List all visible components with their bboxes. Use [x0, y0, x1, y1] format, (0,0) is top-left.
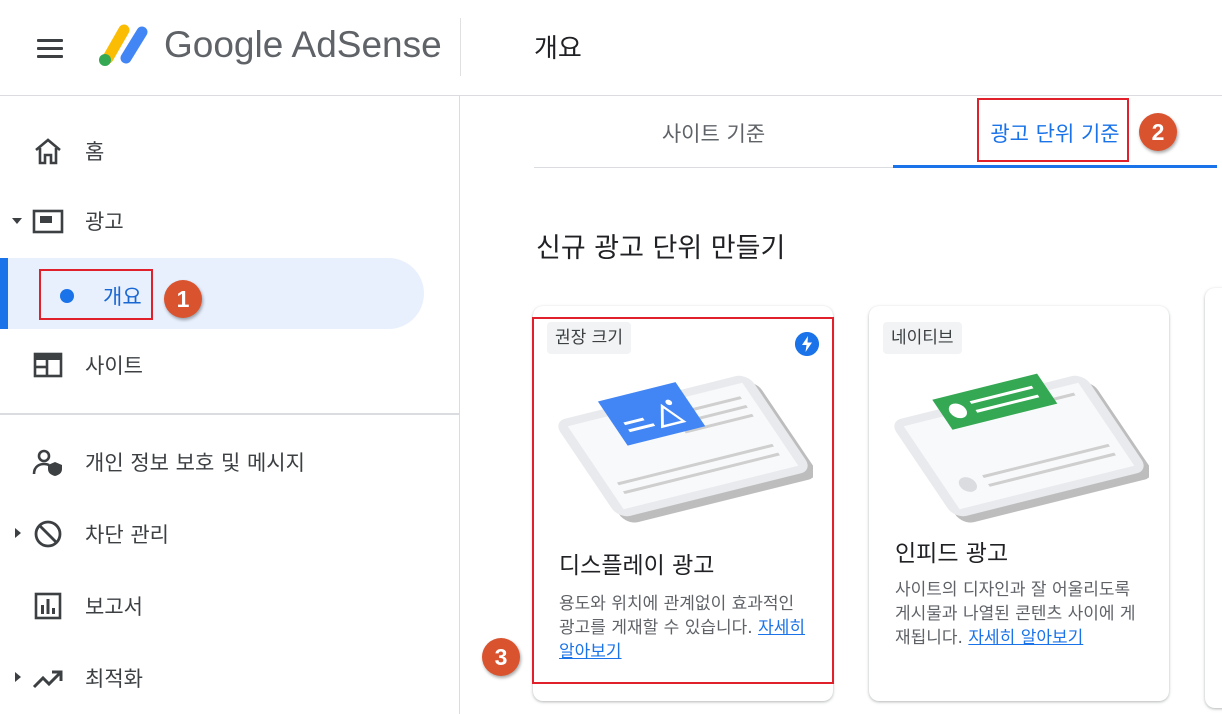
home-icon — [35, 138, 61, 165]
dot-icon — [60, 289, 74, 303]
tab-by-site[interactable]: 사이트 기준 — [534, 96, 893, 168]
annotation-badge: 2 — [1139, 113, 1177, 151]
privacy-icon — [32, 449, 62, 476]
sidebar-item-label: 최적화 — [85, 667, 143, 691]
learn-more-link[interactable]: 자세히 알아보기 — [968, 628, 1083, 648]
card-title: 디스플레이 광고 — [559, 553, 715, 579]
sidebar-item-label: 광고 — [85, 210, 124, 234]
brand-name: Google AdSense — [164, 24, 442, 65]
sidebar-item-label: 차단 관리 — [85, 523, 169, 547]
adsense-logo-icon — [99, 24, 148, 66]
in-feed-ad-illustration — [894, 373, 1149, 523]
annotation-badge: 3 — [482, 638, 520, 676]
menu-icon-bar — [37, 55, 63, 58]
native-chip: 네이티브 — [883, 322, 962, 354]
card-title: 인피드 광고 — [895, 541, 1009, 567]
sidebar: 홈 광고 개요 사이트 개인 정보 보호 및 메시지 차단 관리 보고서 최적화 — [0, 96, 460, 714]
sites-icon — [33, 352, 63, 378]
active-indicator — [0, 258, 8, 329]
sidebar-item-reports[interactable]: 보고서 — [0, 577, 430, 633]
sidebar-item-home[interactable]: 홈 — [0, 122, 430, 178]
sidebar-item-label: 개요 — [103, 285, 142, 309]
sidebar-item-sites[interactable]: 사이트 — [0, 336, 430, 392]
section-title: 신규 광고 단위 만들기 — [536, 233, 786, 264]
display-ad-illustration — [558, 375, 813, 523]
menu-button[interactable] — [30, 30, 70, 66]
sidebar-divider — [0, 413, 460, 415]
sidebar-item-ads[interactable]: 광고 — [0, 192, 430, 248]
caret-right-icon — [15, 528, 21, 538]
sidebar-item-label: 홈 — [85, 140, 105, 164]
menu-icon-bar — [37, 39, 63, 42]
card-description: 사이트의 디자인과 잘 어울리도록 게시물과 나열된 콘텐츠 사이에 게재됩니다… — [895, 578, 1145, 650]
block-icon — [34, 520, 62, 548]
page-title: 개요 — [534, 34, 582, 64]
tab-label: 사이트 기준 — [661, 122, 766, 146]
sidebar-item-label: 보고서 — [85, 595, 143, 619]
sidebar-item-label: 사이트 — [85, 354, 143, 378]
menu-icon-bar — [37, 47, 63, 50]
bolt-icon — [795, 332, 819, 356]
header-divider — [460, 18, 461, 76]
sidebar-item-block-controls[interactable]: 차단 관리 — [0, 505, 430, 561]
sidebar-item-label: 개인 정보 보호 및 메시지 — [85, 451, 305, 475]
annotation-badge: 1 — [164, 280, 202, 318]
tab-bar: 사이트 기준 광고 단위 기준 — [534, 96, 1217, 168]
partial-ad-card[interactable] — [1205, 288, 1222, 708]
card-description: 용도와 위치에 관계없이 효과적인 광고를 게재할 수 있습니다. 자세히 알아… — [559, 592, 809, 664]
recommended-size-chip: 권장 크기 — [547, 322, 631, 354]
display-ads-card[interactable]: 권장 크기 디스플레이 광고 용도와 위치에 관계없이 효과적인 광고를 게재할… — [533, 306, 833, 701]
report-icon — [34, 592, 62, 620]
in-feed-ads-card[interactable]: 네이티브 인피드 광고 사이트의 디자인과 잘 어울리도록 게시물과 나열된 콘… — [869, 306, 1169, 701]
trending-up-icon — [32, 670, 63, 689]
tab-indicator — [893, 165, 1217, 168]
sidebar-item-optimization[interactable]: 최적화 — [0, 649, 430, 705]
ads-icon — [32, 209, 64, 234]
caret-right-icon — [15, 672, 21, 682]
caret-down-icon — [12, 218, 22, 224]
sidebar-item-privacy[interactable]: 개인 정보 보호 및 메시지 — [0, 433, 430, 489]
app-header: Google AdSense 개요 — [0, 0, 1222, 96]
